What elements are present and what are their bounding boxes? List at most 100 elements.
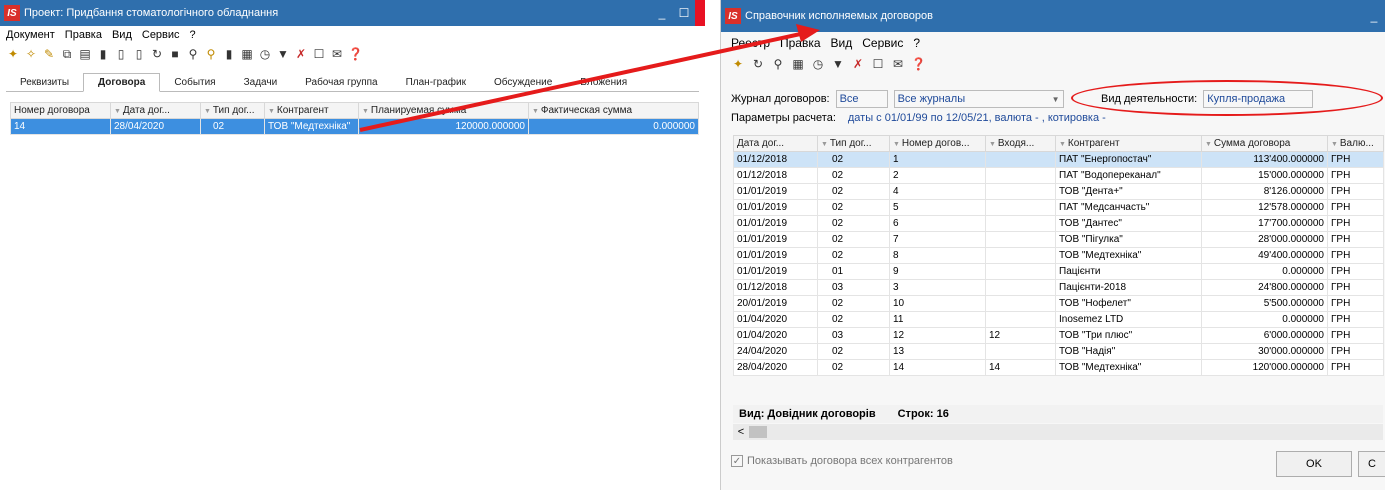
menu-document[interactable]: Документ [6, 29, 55, 41]
params-label: Параметры расчета: [731, 112, 836, 124]
grid-icon[interactable]: ▦ [240, 46, 254, 62]
tab-schedule[interactable]: План-график [392, 74, 480, 91]
menu-registry[interactable]: Реестр [731, 36, 770, 50]
col-contract-number[interactable]: Номер договора [10, 102, 111, 119]
filter-icon[interactable]: ▼ [276, 46, 290, 62]
menu-edit[interactable]: Правка [780, 36, 821, 50]
maximize-button[interactable]: ☐ [673, 0, 695, 26]
new-copy-icon[interactable]: ✧ [24, 46, 38, 62]
copy-icon[interactable]: ⧉ [60, 46, 74, 62]
form-icon[interactable]: ☐ [871, 56, 885, 72]
clear-filter-icon[interactable]: ✗ [851, 56, 865, 72]
new-icon[interactable]: ✦ [6, 46, 20, 62]
tab-requisites[interactable]: Реквизиты [6, 74, 83, 91]
cell: ТОВ "Пігулка" [1055, 231, 1202, 248]
mail-icon[interactable]: ✉ [330, 46, 344, 62]
search-icon[interactable]: ⚲ [186, 46, 200, 62]
menu-view[interactable]: Вид [831, 36, 853, 50]
menu-view[interactable]: Вид [112, 29, 132, 41]
print-icon[interactable]: ▤ [78, 46, 92, 62]
form-icon[interactable]: ☐ [312, 46, 326, 62]
table-row[interactable]: 01/01/2019 02 8 ТОВ "Медтехніка" 49'400.0000… [733, 247, 1384, 264]
col-contract-type[interactable]: Тип дог... [200, 102, 265, 119]
help-icon[interactable]: ❓ [348, 46, 363, 62]
tab-events[interactable]: События [160, 74, 229, 91]
table-row[interactable]: 01/12/2018 02 1 ПАТ "Енергопостач" 113'400.0… [733, 151, 1384, 168]
table-row[interactable]: 01/12/2018 03 3 Пацієнти-2018 24'800.000000 Г… [733, 279, 1384, 296]
table-row[interactable]: 01/12/2018 02 2 ПАТ "Водопереканал" 15'000.0… [733, 167, 1384, 184]
table-row[interactable]: 01/01/2019 02 6 ТОВ "Дантес" 17'700.000000 ГР… [733, 215, 1384, 232]
tab-workgroup[interactable]: Рабочая группа [291, 74, 391, 91]
table-row[interactable]: 01/01/2019 02 7 ТОВ "Пігулка" 28'000.000000 Г… [733, 231, 1384, 248]
delete-icon[interactable]: ▮ [96, 46, 110, 62]
stop-icon[interactable]: ■ [168, 46, 182, 62]
table-row[interactable]: 01/01/2019 02 5 ПАТ "Медсанчасть" 12'578.000… [733, 199, 1384, 216]
close-button[interactable] [695, 0, 705, 26]
cell: Пацієнти-2018 [1055, 279, 1202, 296]
horizontal-scrollbar[interactable]: < [733, 424, 1383, 440]
cell [985, 231, 1056, 248]
tab-attachments[interactable]: Вложения [566, 74, 641, 91]
col-incoming[interactable]: Входя... [985, 135, 1056, 152]
refresh-icon[interactable]: ↻ [150, 46, 164, 62]
edit-icon[interactable]: ✎ [42, 46, 56, 62]
search-icon[interactable]: ⚲ [771, 56, 785, 72]
col-actual-sum[interactable]: Фактическая сумма [528, 102, 699, 119]
col-contract-number[interactable]: Номер догов... [889, 135, 986, 152]
cell: ГРН [1327, 215, 1384, 232]
grid-icon[interactable]: ▦ [791, 56, 805, 72]
cell [985, 311, 1056, 328]
mail-icon[interactable]: ✉ [891, 56, 905, 72]
table-row[interactable]: 20/01/2019 02 10 ТОВ "Нофелет" 5'500.000000 Г… [733, 295, 1384, 312]
table-row[interactable]: 14 28/04/2020 02 ТОВ "Медтехніка" 120000… [10, 118, 699, 135]
minimize-button[interactable]: _ [651, 0, 673, 26]
col-counterparty[interactable]: Контрагент [264, 102, 359, 119]
col-counterparty[interactable]: Контрагент [1055, 135, 1202, 152]
cancel-button[interactable]: C [1358, 451, 1385, 477]
clock-icon[interactable]: ◷ [258, 46, 272, 62]
menu-help[interactable]: ? [913, 36, 920, 50]
params-row: Параметры расчета: даты с 01/01/99 по 12… [731, 112, 1106, 124]
col-contract-type[interactable]: Тип дог... [817, 135, 890, 152]
minimize-button[interactable]: _ [1363, 0, 1385, 32]
journal-select[interactable]: Все журналы ▼ [893, 90, 1064, 108]
scroll-thumb[interactable] [749, 426, 767, 438]
cell [985, 151, 1056, 168]
table-row[interactable]: 01/01/2019 02 4 ТОВ "Дента+" 8'126.000000 ГРН [733, 183, 1384, 200]
col-contract-date[interactable]: Дата дог... [110, 102, 201, 119]
menu-service[interactable]: Сервис [862, 36, 903, 50]
ok-button[interactable]: OK [1276, 451, 1352, 477]
tab-discussion[interactable]: Обсуждение [480, 74, 566, 91]
new-icon[interactable]: ✦ [731, 56, 745, 72]
table-row[interactable]: 01/04/2020 02 11 Inosemez LTD 0.000000 ГРН [733, 311, 1384, 328]
search-next-icon[interactable]: ⚲ [204, 46, 218, 62]
cell: ТОВ "Надія" [1055, 343, 1202, 360]
scroll-left-button[interactable]: < [733, 426, 749, 438]
col-contract-sum[interactable]: Сумма договора [1201, 135, 1328, 152]
cell: 14 [889, 359, 986, 376]
tab-contracts[interactable]: Договора [83, 73, 161, 92]
table-row[interactable]: 01/01/2019 01 9 Пацієнти 0.000000 ГРН [733, 263, 1384, 280]
clear-filter-icon[interactable]: ✗ [294, 46, 308, 62]
doc2-icon[interactable]: ▯ [132, 46, 146, 62]
menu-service[interactable]: Сервис [142, 29, 180, 41]
contracts-table-body: 01/12/2018 02 1 ПАТ "Енергопостач" 113'400.0… [733, 151, 1384, 376]
col-planned-sum[interactable]: Планируемая сумма [358, 102, 529, 119]
col-contract-date[interactable]: Дата дог... [733, 135, 818, 152]
journal-code-field[interactable]: Все [835, 90, 888, 108]
doc-icon[interactable]: ▯ [114, 46, 128, 62]
filter-icon[interactable]: ▼ [831, 56, 845, 72]
menu-edit[interactable]: Правка [65, 29, 102, 41]
table-row[interactable]: 28/04/2020 02 14 14 ТОВ "Медтехніка" 120'000.… [733, 359, 1384, 376]
show-all-checkbox[interactable]: ✓ [731, 455, 743, 467]
clock-icon[interactable]: ◷ [811, 56, 825, 72]
help-icon[interactable]: ❓ [911, 56, 926, 72]
refresh-icon[interactable]: ↻ [751, 56, 765, 72]
table-row[interactable]: 01/04/2020 03 12 12 ТОВ "Три плюс" 6'000.0000… [733, 327, 1384, 344]
tab-tasks[interactable]: Задачи [230, 74, 292, 91]
column-icon[interactable]: ▮ [222, 46, 236, 62]
table-row[interactable]: 24/04/2020 02 13 ТОВ "Надія" 30'000.000000 ГР… [733, 343, 1384, 360]
col-currency[interactable]: Валю... [1327, 135, 1384, 152]
cell: 01/01/2019 [733, 215, 818, 232]
menu-help[interactable]: ? [190, 29, 196, 41]
